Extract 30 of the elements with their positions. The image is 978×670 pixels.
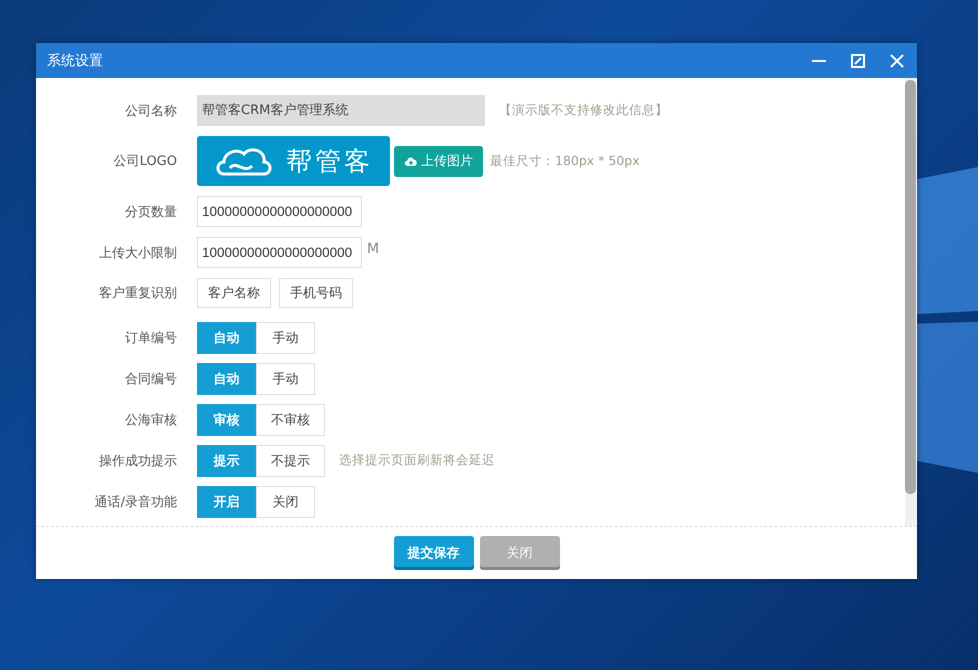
close-icon[interactable] [889,52,905,68]
field-label: 公海审核 [124,412,177,428]
field-label: 操作成功提示 [98,452,177,470]
field-label: 订单编号 [124,330,177,346]
maximize-icon[interactable] [850,52,866,68]
toggle-option[interactable]: 手动 [256,322,315,354]
input-field[interactable]: 10000000000000000000 [197,196,362,227]
field-label: 上传大小限制 [98,244,177,262]
field-label: 客户重复识别 [98,285,177,302]
hint-text: 【演示版不支持修改此信息】 [499,102,668,119]
window-title: 系统设置 [47,52,103,70]
company-name-field: 帮管客CRM客户管理系统 [197,95,485,126]
option-button[interactable]: 客户名称 [197,278,271,308]
hint-text: 选择提示页面刷新将会延迟 [339,452,495,469]
field-label: 分页数量 [124,204,177,220]
toggle-option[interactable]: 不提示 [256,444,325,476]
field-label: 公司LOGO [112,153,177,170]
toggle-option[interactable]: 关闭 [256,486,315,518]
cloud-upload-icon [404,156,418,166]
hint-text: 最佳尺寸：180px * 50px [490,152,640,170]
logo-text: 帮管客 [286,146,373,178]
field-label: 合同编号 [124,370,177,388]
toggle-option[interactable]: 不审核 [256,404,325,436]
toggle-option[interactable]: 手动 [256,362,315,394]
unit-text: M [367,241,380,257]
input-field[interactable]: 10000000000000000000 [197,237,362,268]
scrollbar[interactable] [905,78,916,526]
option-button[interactable]: 手机号码 [279,278,353,308]
field-label: 公司名称 [124,102,177,120]
field-label: 通话/录音功能 [94,494,177,510]
